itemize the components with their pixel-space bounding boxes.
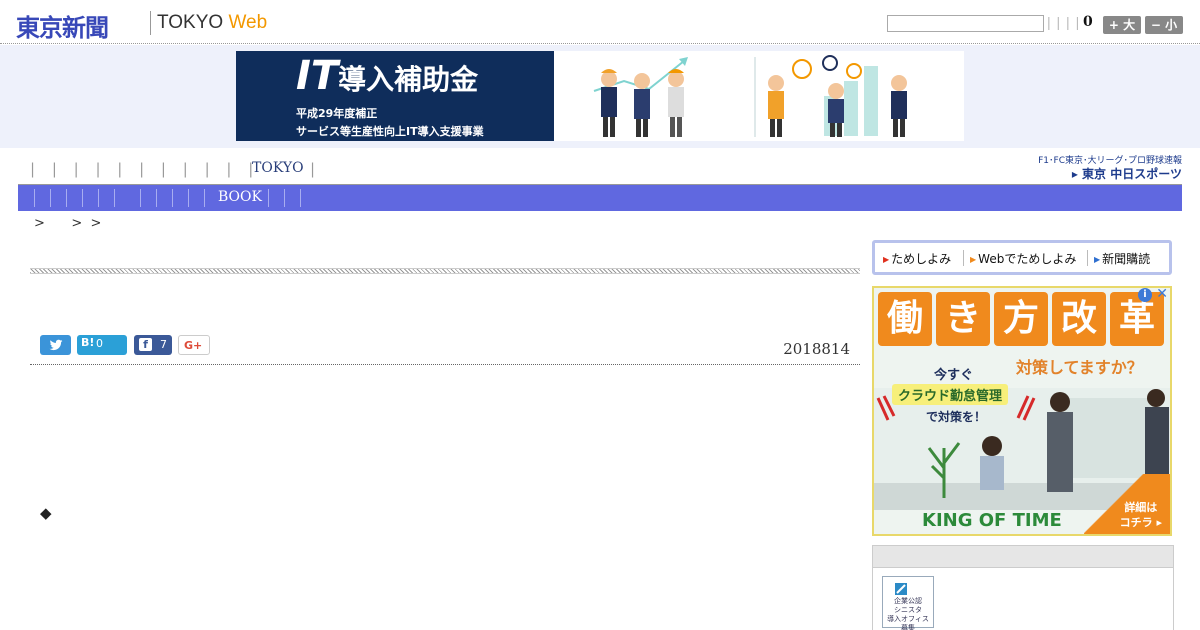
sub-nav-separator [268, 189, 269, 207]
facebook-share-button[interactable]: f 7 [134, 335, 172, 355]
ad-title-rest: 導入補助金 [338, 63, 479, 96]
worker-figure-1 [601, 69, 617, 137]
it-subsidy-banner-ad[interactable]: IT導入補助金 平成29年度補正 サービス等生産性向上IT導入支援事業 [236, 51, 964, 141]
ad-cta-button[interactable]: 詳細は コチラ ▸ [1084, 474, 1170, 534]
font-smaller-button[interactable]: − 小 [1145, 16, 1183, 34]
hatena-bookmark-button[interactable]: B! 0 [77, 335, 127, 355]
facebook-count: 7 [160, 338, 167, 351]
sub-nav-separator [300, 189, 301, 207]
article-date: 2018814 [783, 340, 850, 358]
top-ad-band: IT導入補助金 平成29年度補正 サービス等生産性向上IT導入支援事業 [0, 45, 1200, 148]
trial-read-links: ▶ ためしよみ ▶ Webでためしよみ ▶ 新聞購読 [872, 240, 1172, 275]
tokyo-shimbun-logo[interactable]: 東京新聞 [16, 8, 109, 43]
ad-cloud-text: クラウド勤怠管理 [892, 384, 1009, 405]
sub-nav-separator [98, 189, 99, 207]
sub-nav-separator [156, 189, 157, 207]
ad-line-1: 平成29年度補正 [296, 107, 378, 120]
ad-info-icon[interactable]: i [1138, 288, 1152, 302]
ad-now-text: 今すぐ [934, 368, 974, 383]
header-dividers: | | | | [1047, 14, 1081, 30]
twitter-icon [49, 339, 63, 351]
sub-nav-item-book[interactable]: BOOK [218, 189, 262, 205]
web-tameshi-yomi-link[interactable]: ▶ Webでためしよみ [970, 250, 1076, 267]
worker-figure-6 [891, 75, 907, 137]
diamond-bullet-icon: ◆ [40, 504, 52, 522]
tokyo-web-logo[interactable]: TOKYO Web [157, 12, 267, 34]
ad-char: き [936, 292, 990, 346]
ad-line-2: サービス等生産性向上IT導入支援事業 [296, 125, 484, 138]
tameshi-yomi-link[interactable]: ▶ ためしよみ [883, 250, 951, 267]
nav-separator: | [310, 160, 316, 178]
twitter-share-button[interactable] [40, 335, 71, 355]
sub-nav-separator [66, 189, 67, 207]
sub-nav-separator [140, 189, 141, 207]
logo-divider [150, 11, 151, 35]
google-plus-share-button[interactable]: G+ [178, 335, 210, 355]
ad-char: 方 [994, 292, 1048, 346]
font-larger-button[interactable]: + 大 [1103, 16, 1141, 34]
share-buttons: B! 0 f 7 G+ [40, 335, 860, 357]
ad-title-it: IT [296, 53, 339, 99]
ad-brand-logo: KING OF TIME [922, 510, 1062, 531]
hatena-count: 0 [96, 337, 103, 350]
search-input[interactable] [887, 15, 1044, 32]
ad-char: 改 [1052, 292, 1106, 346]
hatena-icon: B! [81, 336, 95, 349]
ad-cta-label: 詳細は コチラ ▸ [1119, 501, 1162, 529]
article-main: B! 0 f 7 G+ 2018814 ◆ [30, 240, 860, 630]
ad-char: 働 [878, 292, 932, 346]
worker-figure-2 [634, 73, 650, 137]
nav-separators: | | | | | | | | | | | [30, 160, 260, 178]
breadcrumb: > > > [34, 216, 104, 231]
logo-web-text: Web [228, 12, 268, 33]
main-nav: | | | | | | | | | | | TOKYO | F1･FC東京･大リ… [18, 150, 1182, 185]
sub-nav-separator [114, 189, 115, 207]
triangle-right-icon: ▶ [883, 255, 890, 264]
ad-text-panel: IT導入補助金 平成29年度補正 サービス等生産性向上IT導入支援事業 [236, 51, 554, 141]
ad-illustration [593, 55, 907, 137]
google-plus-icon: G+ [184, 339, 203, 352]
ad-taisaku-text: で対策を！ [926, 410, 987, 424]
worker-figure-4 [768, 75, 784, 137]
sub-nav-separator [284, 189, 285, 207]
sub-nav-separator [50, 189, 51, 207]
ad-close-icon[interactable]: ✕ [1156, 288, 1168, 302]
sidebar-box-header [873, 546, 1173, 568]
facebook-icon: f [139, 338, 152, 351]
sub-nav-separator [172, 189, 173, 207]
article-title-rule [30, 268, 860, 274]
link-separator [963, 250, 964, 266]
king-of-time-ad[interactable]: 働 き 方 改 革 i ✕ 対策してますか？ 今すぐ クラウド勤怠管理 で対策を… [872, 286, 1172, 536]
nav-item-tokyo[interactable]: TOKYO [252, 160, 304, 176]
logo-tokyo-text: TOKYO [157, 12, 229, 33]
triangle-right-icon: ▶ [970, 255, 977, 264]
tameshi-yomi-label: ためしよみ [891, 252, 952, 266]
person-seated [980, 436, 1004, 490]
recruit-text: 企業公認 シニスタ 導入オフィス 募集 [887, 597, 929, 630]
sub-nav-separator [34, 189, 35, 207]
ad-title: IT導入補助金 [296, 53, 478, 99]
subscribe-label: 新聞購読 [1102, 252, 1151, 266]
sub-nav-bar: BOOK [18, 185, 1182, 211]
sidebar-box: 企業公認 シニスタ 導入オフィス 募集 [872, 545, 1174, 630]
ad-subheading: 対策してますか？ [1016, 358, 1143, 377]
sub-nav-separator [82, 189, 83, 207]
recruit-logo-icon [895, 583, 907, 595]
link-separator [1087, 250, 1088, 266]
triangle-right-icon: ▶ [1094, 255, 1101, 264]
web-tameshi-yomi-label: Webでためしよみ [978, 252, 1077, 266]
recruit-banner[interactable]: 企業公認 シニスタ 導入オフィス 募集 [882, 576, 934, 630]
worker-figure-3 [668, 69, 684, 137]
sub-nav-separator [204, 189, 205, 207]
subscribe-link[interactable]: ▶ 新聞購読 [1094, 250, 1150, 267]
chunichi-sports-link[interactable]: F1･FC東京･大リーグ･プロ野球速報 ▸ 東京 中日スポーツ [1022, 152, 1182, 182]
sub-nav-separator [188, 189, 189, 207]
page: 東京新聞 TOKYO Web | | | | 0 + 大 − 小 IT導入補助金… [0, 0, 1200, 630]
chunichi-sports-logo: ▸ 東京 中日スポーツ [1071, 167, 1182, 181]
article-date-rule [30, 364, 860, 365]
site-header: 東京新聞 TOKYO Web | | | | 0 + 大 − 小 [0, 0, 1200, 44]
font-size-value: 0 [1083, 14, 1093, 30]
